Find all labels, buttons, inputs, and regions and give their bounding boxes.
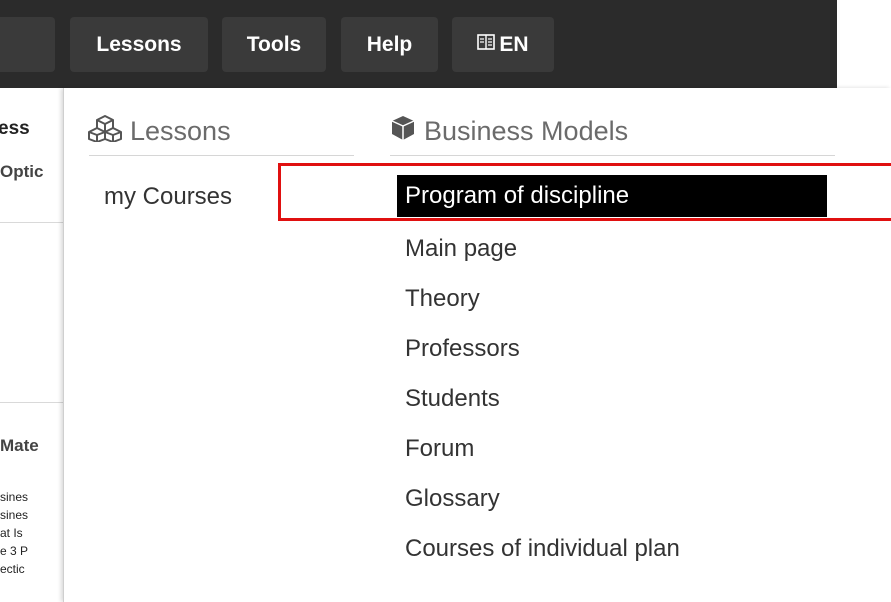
- bg-heading-fragment: ess: [0, 118, 30, 139]
- menu-link-my-courses[interactable]: my Courses: [104, 183, 232, 211]
- nav-help-label: Help: [366, 32, 413, 56]
- nav-tools-button[interactable]: Tools: [222, 17, 326, 72]
- cube-icon: [390, 114, 424, 149]
- bg-section-fragment: Mate: [0, 436, 39, 455]
- business-models-heading-label: Business Models: [424, 116, 629, 146]
- business-models-heading-divider: [390, 155, 835, 156]
- globe-book-icon: [477, 33, 496, 56]
- bg-column-fragment: Optic: [0, 162, 44, 181]
- cubes-icon: [88, 114, 130, 149]
- lessons-heading-divider: [89, 155, 354, 156]
- bg-list-fragment: ectic: [0, 562, 25, 576]
- business-models-list: Program of discipline Main page Theory P…: [397, 175, 827, 575]
- nav-button-partial[interactable]: [0, 17, 55, 72]
- nav-help-button[interactable]: Help: [341, 17, 438, 72]
- bg-list-fragment: at Is: [0, 526, 23, 540]
- lessons-column-heading: Lessons: [88, 114, 231, 149]
- business-models-heading: Business Models: [390, 114, 628, 149]
- nav-tools-label: Tools: [246, 32, 302, 56]
- bg-list-fragment: sines: [0, 490, 29, 504]
- menu-link-main-page[interactable]: Main page: [397, 225, 827, 275]
- nav-lessons-button[interactable]: Lessons: [70, 17, 208, 72]
- bg-list-fragment: sines: [0, 508, 29, 522]
- top-navbar: Lessons Tools Help EN: [0, 0, 837, 88]
- language-label: EN: [499, 32, 529, 56]
- menu-link-glossary[interactable]: Glossary: [397, 475, 827, 525]
- bg-divider: [0, 402, 66, 403]
- bg-divider: [0, 222, 66, 223]
- menu-link-forum[interactable]: Forum: [397, 425, 827, 475]
- lessons-dropdown-menu: Lessons Business Models my Courses Progr…: [63, 88, 891, 602]
- lessons-heading-label: Lessons: [130, 116, 231, 146]
- menu-link-students[interactable]: Students: [397, 375, 827, 425]
- bg-list-fragment: e 3 P: [0, 544, 29, 558]
- language-button[interactable]: EN: [452, 17, 554, 72]
- menu-link-theory[interactable]: Theory: [397, 275, 827, 325]
- menu-link-professors[interactable]: Professors: [397, 325, 827, 375]
- nav-lessons-label: Lessons: [96, 32, 182, 56]
- menu-link-courses-of-individual-plan[interactable]: Courses of individual plan: [397, 525, 827, 575]
- menu-link-program-of-discipline[interactable]: Program of discipline: [397, 175, 827, 217]
- background-page-fragment: ess Optic Mate sines sines at Is e 3 P e…: [0, 88, 66, 602]
